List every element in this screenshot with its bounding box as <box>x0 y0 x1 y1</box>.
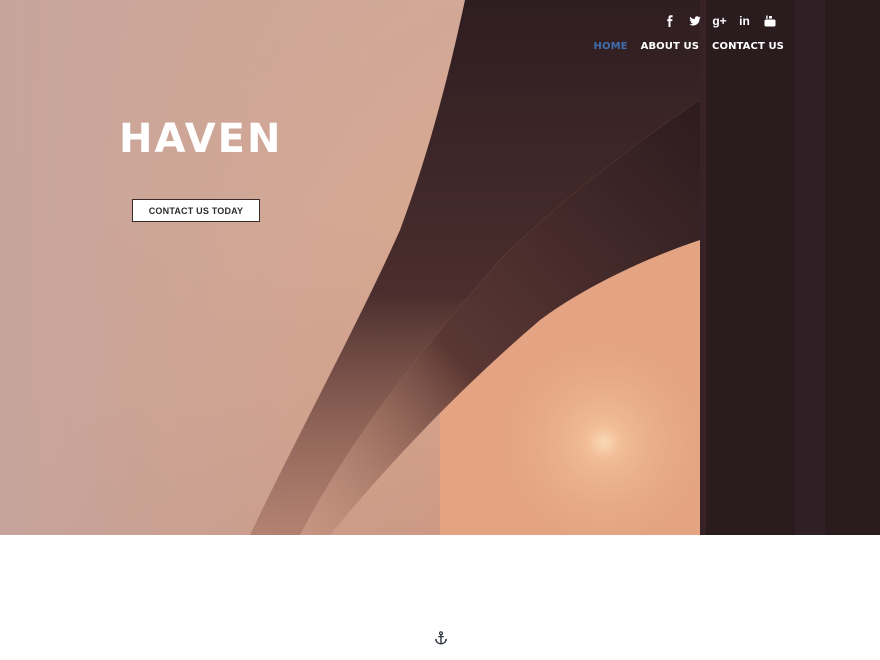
hero-title: HAVEN <box>119 116 283 162</box>
twitter-icon[interactable] <box>682 12 707 30</box>
anchor-icon <box>434 631 448 645</box>
facebook-icon[interactable] <box>657 12 682 30</box>
linkedin-icon[interactable]: in <box>732 12 757 30</box>
contact-us-button[interactable]: CONTACT US TODAY <box>132 199 260 222</box>
hero-section: g+ in HOME ABOUT US CONTACT US HAVEN CON… <box>0 0 880 535</box>
nav-about-us[interactable]: ABOUT US <box>641 41 699 52</box>
hero-background-image <box>0 0 880 535</box>
main-nav: HOME ABOUT US CONTACT US <box>594 41 784 52</box>
nav-contact-us[interactable]: CONTACT US <box>712 41 784 52</box>
social-links: g+ in <box>657 12 782 30</box>
nav-home[interactable]: HOME <box>594 41 628 52</box>
youtube-icon[interactable] <box>757 12 782 30</box>
google-plus-icon[interactable]: g+ <box>707 12 732 30</box>
